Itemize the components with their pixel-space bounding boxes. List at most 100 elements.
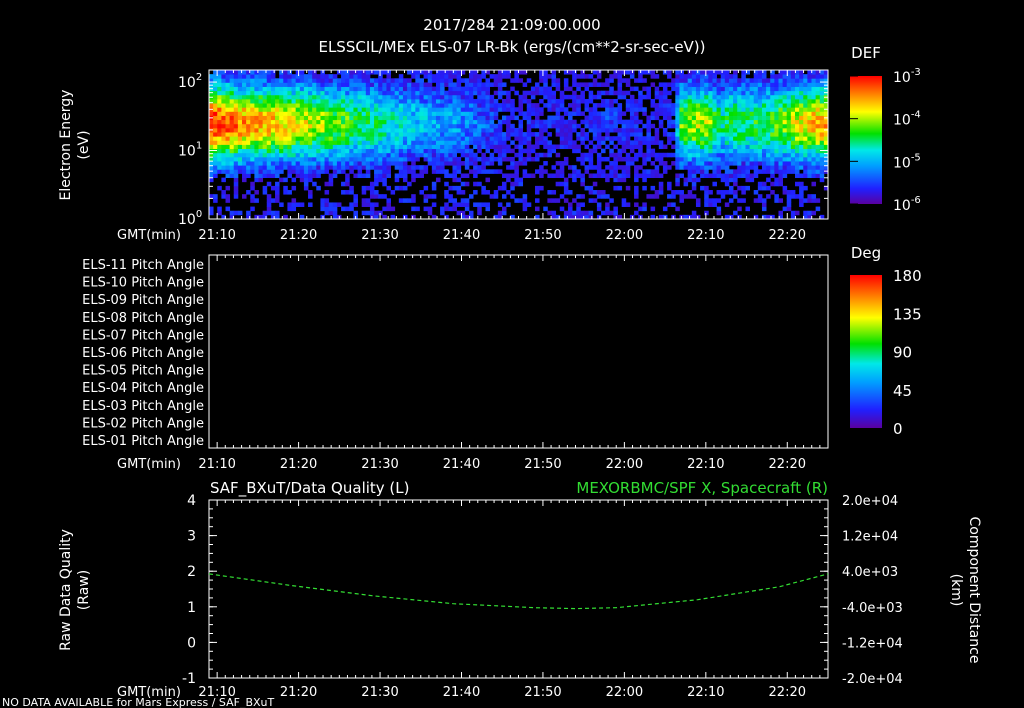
spectrogram-cell — [427, 136, 433, 141]
spectrogram-cell — [737, 185, 742, 191]
spectrogram-cell — [625, 140, 631, 145]
spectrogram-cell — [291, 185, 297, 191]
spectrogram-cell — [712, 111, 717, 116]
spectrogram-cell — [419, 148, 424, 154]
spectrogram-cell — [440, 127, 445, 133]
spectrogram-cell — [700, 185, 705, 191]
spectrogram-cell — [654, 140, 660, 145]
spectrogram-cell — [811, 173, 817, 179]
spectrogram-cell — [361, 140, 367, 145]
spectrogram-cell — [745, 161, 750, 166]
spectrogram-cell — [369, 132, 375, 137]
spectrogram-cell — [456, 111, 462, 116]
spectrogram-cell — [766, 86, 771, 92]
spectrogram-cell — [328, 123, 334, 129]
spectrogram-cell — [353, 144, 358, 150]
spectrogram-cell — [770, 132, 775, 137]
spectrogram-cell — [328, 165, 334, 170]
spectrogram-cell — [266, 90, 272, 96]
spectrogram-cell — [700, 165, 705, 170]
spectrogram-cell — [617, 136, 623, 141]
spectrogram-cell — [741, 190, 746, 195]
spectrogram-cell — [262, 107, 268, 112]
spectrogram-cell — [774, 119, 779, 125]
spectrogram-cell — [316, 82, 321, 87]
spectrogram-cell — [555, 86, 561, 92]
spectrogram-cell — [435, 90, 441, 96]
spectrogram-cell — [299, 98, 305, 104]
spectrogram-cell — [411, 98, 416, 104]
spectrogram-cell — [526, 119, 532, 125]
spectrogram-cell — [522, 202, 528, 207]
spectrogram-cell — [634, 98, 639, 104]
spectrogram-cell — [452, 148, 457, 154]
spectrogram-cell — [390, 98, 396, 104]
spectrogram-cell — [394, 173, 400, 179]
spectrogram-cell — [621, 148, 627, 154]
spectrogram-cell — [584, 123, 590, 129]
spectrogram-cell — [233, 74, 239, 79]
spectrogram-cell — [803, 148, 808, 154]
spectrogram-cell — [427, 78, 433, 83]
spectrogram-cell — [464, 165, 470, 170]
spectrogram-cell — [778, 148, 784, 154]
spectrogram-cell — [353, 103, 358, 108]
spectrogram-cell — [237, 94, 243, 100]
spectrogram-cell — [349, 161, 354, 166]
spectrogram-cell — [724, 98, 730, 104]
spectrogram-cell — [448, 161, 453, 166]
spectrogram-cell — [568, 70, 573, 75]
spectrogram-cell — [233, 177, 239, 183]
spectrogram-cell — [456, 115, 462, 121]
spectrogram-cell — [275, 156, 280, 162]
spectrogram-cell — [217, 169, 222, 174]
spectrogram-cell — [229, 148, 235, 154]
spectrogram-cell — [629, 86, 635, 92]
spectrogram-cell — [708, 94, 713, 100]
spectrogram-cell — [605, 136, 610, 141]
spectrogram-cell — [679, 107, 684, 112]
spectrogram-cell — [374, 181, 379, 187]
spectrogram-cell — [320, 127, 325, 133]
spectrogram-cell — [745, 123, 750, 129]
spectrogram-cell — [683, 194, 689, 199]
spectrogram-cell — [766, 161, 771, 166]
spectrogram-cell — [398, 165, 404, 170]
spectrogram-cell — [357, 98, 363, 104]
spectrogram-cell — [229, 140, 235, 145]
spectrogram-cell — [324, 210, 330, 216]
spectrogram-cell — [786, 94, 792, 100]
spectrogram-cell — [679, 94, 684, 100]
spectrogram-cell — [250, 152, 255, 158]
spectrogram-cell — [279, 127, 284, 133]
spectrogram-cell — [320, 132, 325, 137]
spectrogram-cell — [576, 74, 581, 79]
spectrogram-cell — [221, 98, 226, 104]
spectrogram-cell — [402, 82, 408, 87]
spectrogram-cell — [654, 190, 660, 195]
spectrogram-cell — [757, 181, 763, 187]
spectrogram-cell — [510, 161, 515, 166]
spectrogram-cell — [782, 90, 788, 96]
spectrogram-cell — [799, 107, 804, 112]
deg-colorbar-ticks: 18013590450 — [893, 267, 922, 438]
spectrogram-cell — [357, 82, 363, 87]
spectrogram-cell — [753, 90, 759, 96]
spectrogram-cell — [609, 161, 614, 166]
spectrogram-cell — [811, 156, 817, 162]
spectrogram-cell — [592, 144, 598, 150]
spectrogram-cell — [452, 98, 457, 104]
spectrogram-cell — [613, 115, 618, 121]
spectrogram-cell — [386, 127, 391, 133]
spectrogram-cell — [242, 169, 247, 174]
spectrogram-cell — [390, 148, 396, 154]
spectrogram-cell — [440, 136, 445, 141]
spectrogram-cell — [295, 140, 301, 145]
spectrogram-cell — [402, 144, 408, 150]
spectrogram-cell — [733, 140, 738, 145]
spectrogram-cell — [287, 70, 292, 75]
spectrogram-cell — [497, 94, 503, 100]
spectrogram-cell — [790, 148, 796, 154]
spectrogram-cell — [485, 98, 491, 104]
spectrogram-cell — [687, 107, 693, 112]
